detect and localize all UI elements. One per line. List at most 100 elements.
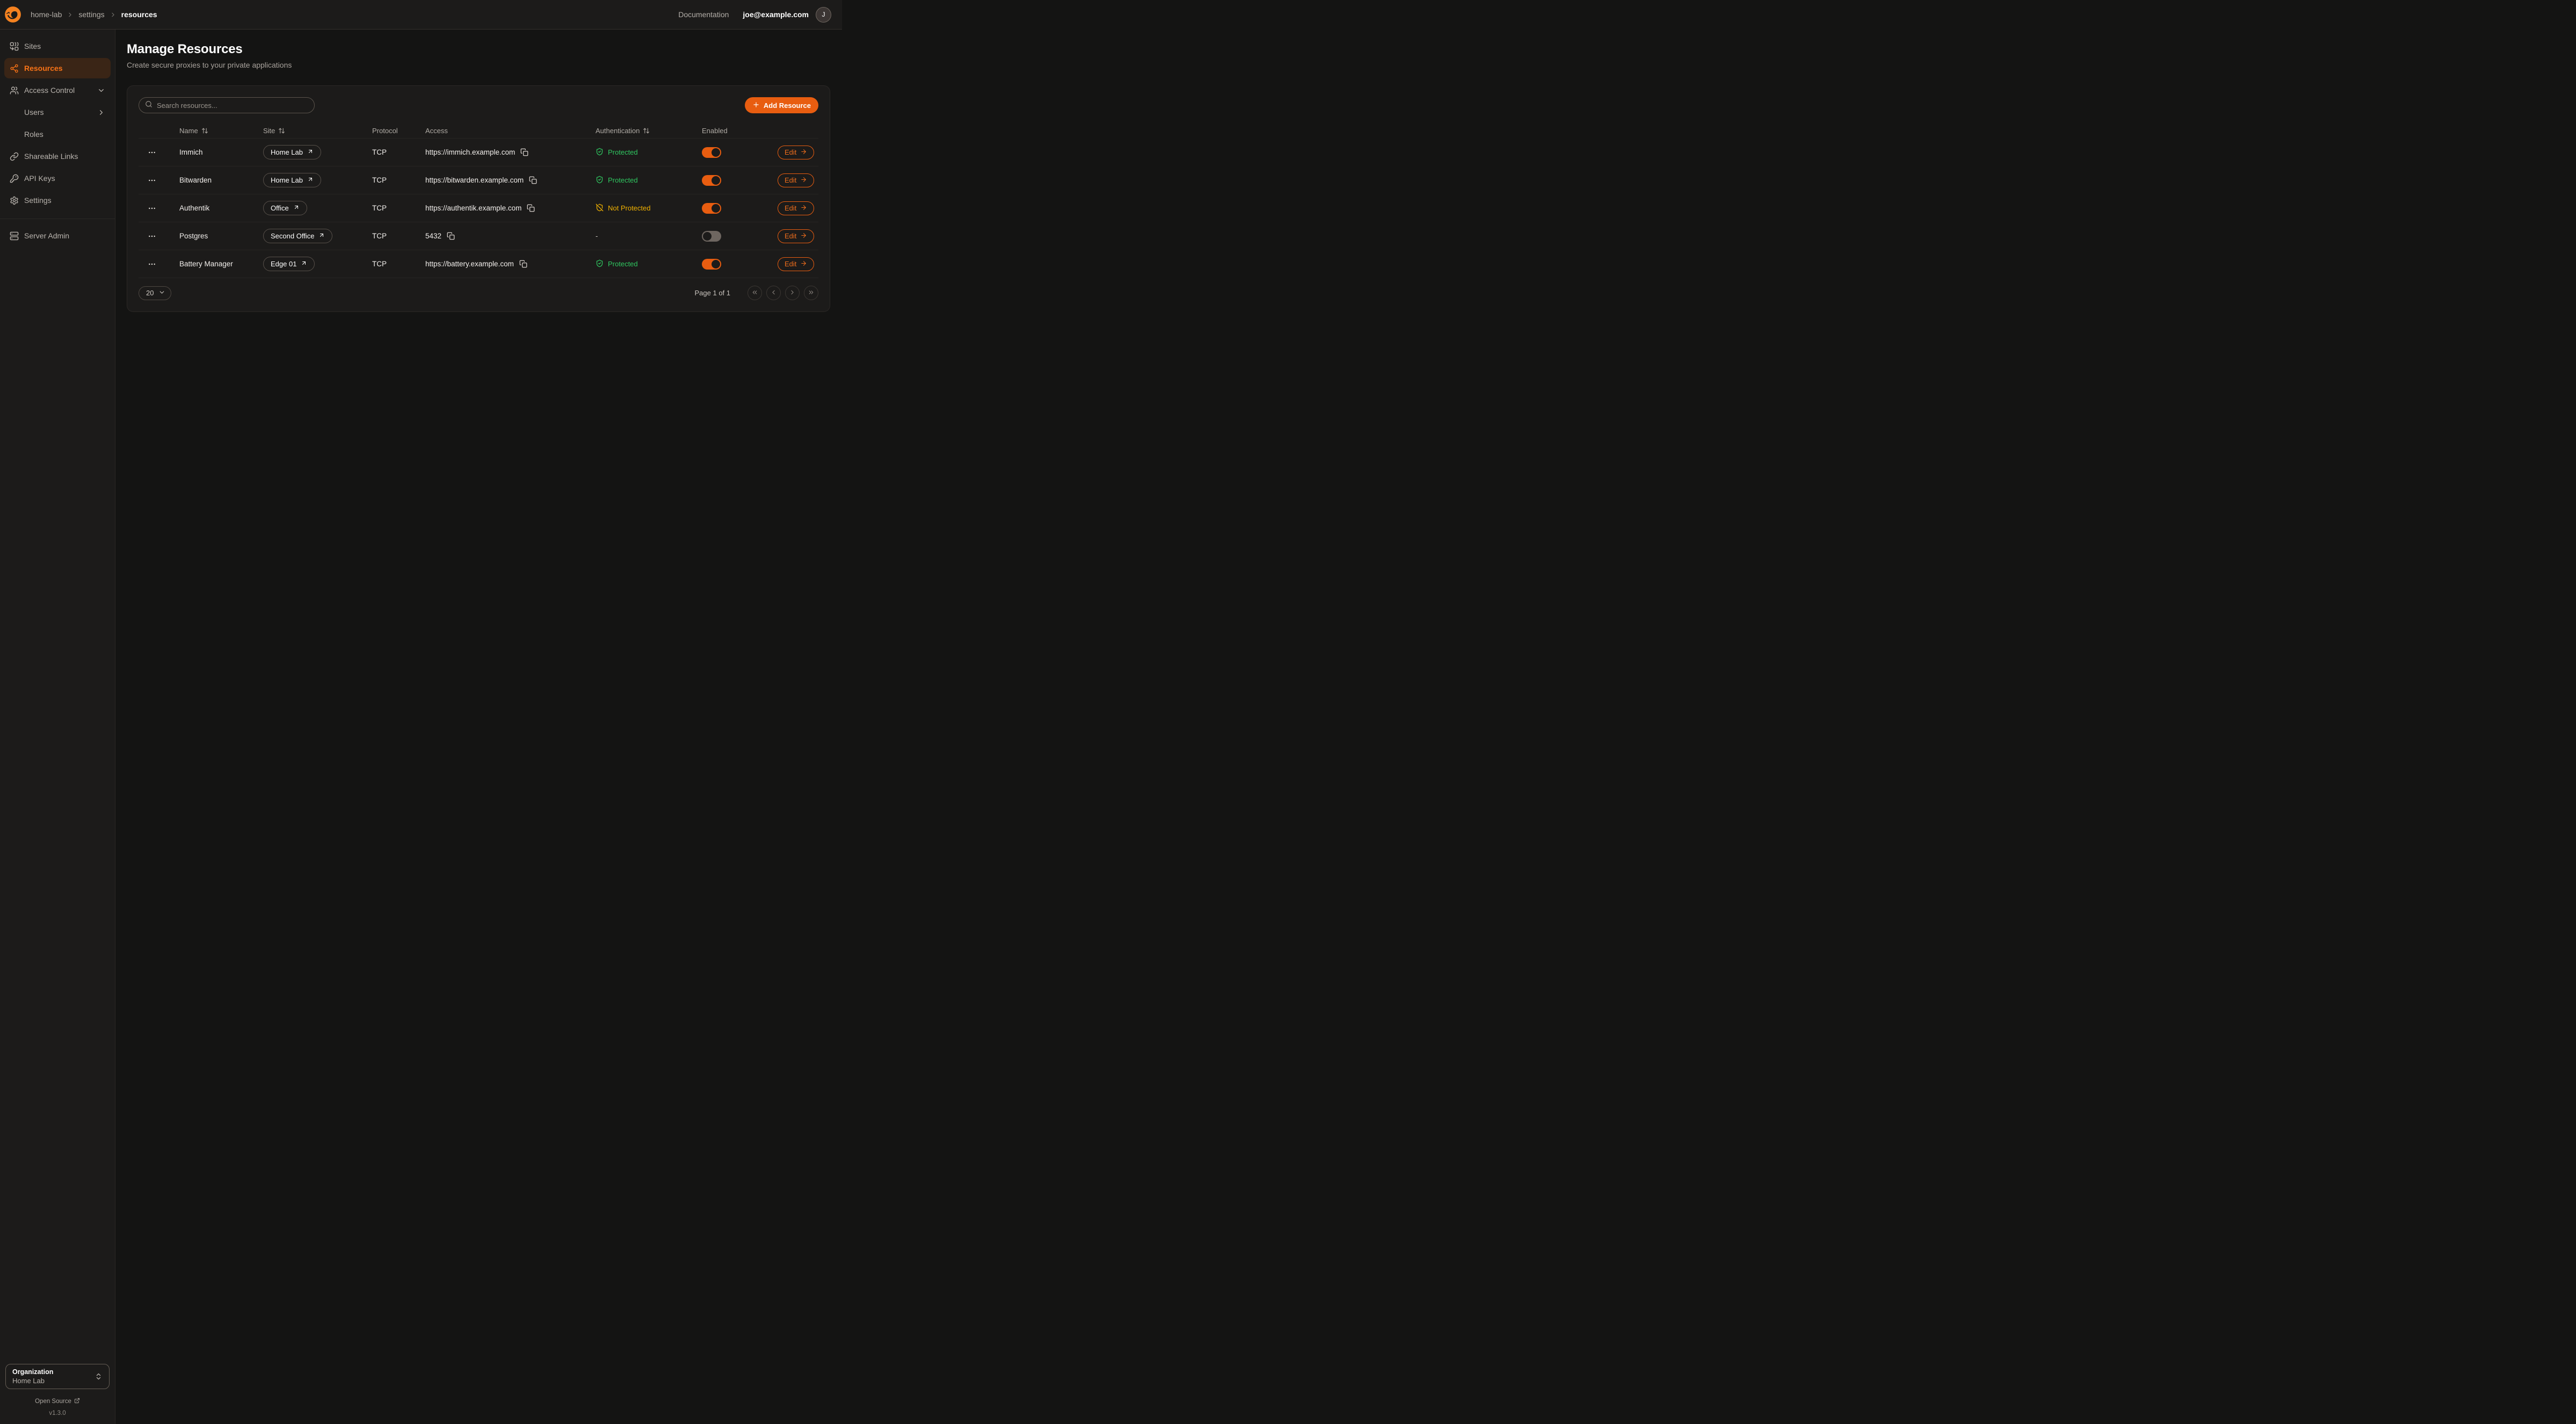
- sidebar-item-sites[interactable]: Sites: [4, 36, 111, 56]
- enabled-toggle[interactable]: [702, 147, 721, 158]
- arrow-up-right-icon: [293, 204, 300, 212]
- arrow-up-right-icon: [318, 232, 325, 240]
- row-menu-button[interactable]: [145, 202, 159, 214]
- documentation-link[interactable]: Documentation: [678, 10, 729, 19]
- edit-button[interactable]: Edit: [778, 257, 814, 271]
- copy-icon[interactable]: [529, 176, 537, 184]
- sidebar-item-shareable-links[interactable]: Shareable Links: [4, 146, 111, 166]
- search-input[interactable]: [157, 101, 308, 110]
- resource-protocol: TCP: [372, 260, 425, 268]
- topbar: home-lab settings resources Documentatio…: [0, 0, 842, 30]
- sidebar-item-settings[interactable]: Settings: [4, 190, 111, 210]
- sidebar-item-resources[interactable]: Resources: [4, 58, 111, 78]
- sort-site-icon[interactable]: [278, 127, 285, 134]
- enabled-toggle[interactable]: [702, 203, 721, 214]
- resource-name: Authentik: [179, 204, 263, 212]
- table-row: Postgres Second Office TCP 5432 - Edit: [139, 222, 818, 250]
- sidebar-item-api-keys[interactable]: API Keys: [4, 168, 111, 188]
- auth-status: Protected: [608, 176, 638, 184]
- pangolin-logo-icon[interactable]: [4, 5, 22, 24]
- arrow-right-icon: [800, 176, 807, 185]
- row-menu-button[interactable]: [145, 147, 159, 158]
- site-link-button[interactable]: Edge 01: [263, 257, 315, 271]
- copy-icon[interactable]: [447, 232, 455, 240]
- shield-off-icon: [596, 204, 604, 213]
- edit-button[interactable]: Edit: [778, 201, 814, 215]
- resource-name: Immich: [179, 148, 263, 156]
- breadcrumb-settings[interactable]: settings: [78, 10, 104, 19]
- copy-icon[interactable]: [519, 260, 527, 268]
- last-page-button[interactable]: [804, 286, 818, 300]
- gear-icon: [10, 196, 19, 205]
- enabled-toggle[interactable]: [702, 175, 721, 186]
- resource-protocol: TCP: [372, 232, 425, 240]
- organization-value: Home Lab: [12, 1377, 95, 1385]
- table-row: Authentik Office TCP https://authentik.e…: [139, 194, 818, 222]
- resources-table: Name Site Protocol Access Authentication…: [139, 123, 818, 278]
- add-resource-button[interactable]: Add Resource: [745, 97, 818, 113]
- edit-button[interactable]: Edit: [778, 229, 814, 243]
- sort-authentication-icon[interactable]: [643, 127, 650, 134]
- sidebar: Sites Resources Access Control Users Rol…: [0, 30, 115, 1424]
- arrow-right-icon: [800, 204, 807, 213]
- organization-label: Organization: [12, 1368, 95, 1376]
- site-link-button[interactable]: Home Lab: [263, 173, 321, 187]
- resource-protocol: TCP: [372, 176, 425, 184]
- resources-icon: [10, 64, 19, 73]
- chevrons-up-down-icon: [95, 1372, 103, 1381]
- arrow-right-icon: [800, 148, 807, 157]
- row-menu-button[interactable]: [145, 175, 159, 186]
- breadcrumb-org[interactable]: home-lab: [31, 10, 62, 19]
- sidebar-item-label: Shareable Links: [24, 152, 78, 161]
- avatar[interactable]: J: [816, 7, 831, 23]
- sidebar-item-users[interactable]: Users: [4, 102, 111, 122]
- sidebar-item-label: Users: [24, 108, 44, 117]
- sort-name-icon[interactable]: [201, 127, 208, 134]
- chevron-right-icon: [110, 11, 117, 18]
- open-source-link[interactable]: Open Source: [4, 1398, 111, 1405]
- site-link-button[interactable]: Second Office: [263, 229, 332, 243]
- resource-name: Battery Manager: [179, 260, 263, 268]
- enabled-toggle[interactable]: [702, 231, 721, 242]
- row-menu-button[interactable]: [145, 258, 159, 270]
- resource-access-port: 5432: [425, 232, 441, 240]
- edit-button[interactable]: Edit: [778, 173, 814, 187]
- arrow-up-right-icon: [301, 260, 307, 268]
- site-link-button[interactable]: Home Lab: [263, 145, 321, 159]
- search-icon: [145, 100, 153, 111]
- next-page-button[interactable]: [785, 286, 800, 300]
- search-input-wrap: [139, 97, 315, 113]
- plus-icon: [752, 101, 760, 110]
- sidebar-item-label: Settings: [24, 196, 52, 205]
- chevron-right-icon: [789, 289, 796, 297]
- table-footer: 20 Page 1 of 1: [139, 278, 818, 300]
- copy-icon[interactable]: [527, 204, 535, 212]
- link-icon: [10, 152, 19, 161]
- edit-button[interactable]: Edit: [778, 146, 814, 159]
- breadcrumb: home-lab settings resources: [31, 10, 157, 19]
- copy-icon[interactable]: [520, 148, 528, 156]
- shield-check-icon: [596, 259, 604, 269]
- arrow-up-right-icon: [307, 148, 314, 156]
- page-size-select[interactable]: 20: [139, 286, 171, 300]
- row-menu-button[interactable]: [145, 230, 159, 242]
- sidebar-item-server-admin[interactable]: Server Admin: [4, 226, 111, 246]
- chevron-left-icon: [770, 289, 777, 297]
- shield-check-icon: [596, 176, 604, 185]
- arrow-right-icon: [800, 232, 807, 241]
- user-email[interactable]: joe@example.com: [743, 10, 809, 19]
- page-info: Page 1 of 1: [695, 289, 731, 297]
- chevrons-right-icon: [808, 289, 815, 297]
- sidebar-item-label: Roles: [24, 130, 43, 139]
- resources-card: Add Resource Name Site Protocol Access A…: [127, 85, 830, 312]
- site-link-button[interactable]: Office: [263, 201, 307, 215]
- chevron-right-icon: [97, 108, 105, 117]
- organization-selector[interactable]: Organization Home Lab: [5, 1364, 110, 1389]
- previous-page-button[interactable]: [766, 286, 781, 300]
- table-row: Battery Manager Edge 01 TCP https://batt…: [139, 250, 818, 278]
- sidebar-item-label: Server Admin: [24, 231, 69, 240]
- enabled-toggle[interactable]: [702, 259, 721, 270]
- sidebar-item-access-control[interactable]: Access Control: [4, 80, 111, 100]
- first-page-button[interactable]: [748, 286, 762, 300]
- sidebar-item-roles[interactable]: Roles: [4, 124, 111, 144]
